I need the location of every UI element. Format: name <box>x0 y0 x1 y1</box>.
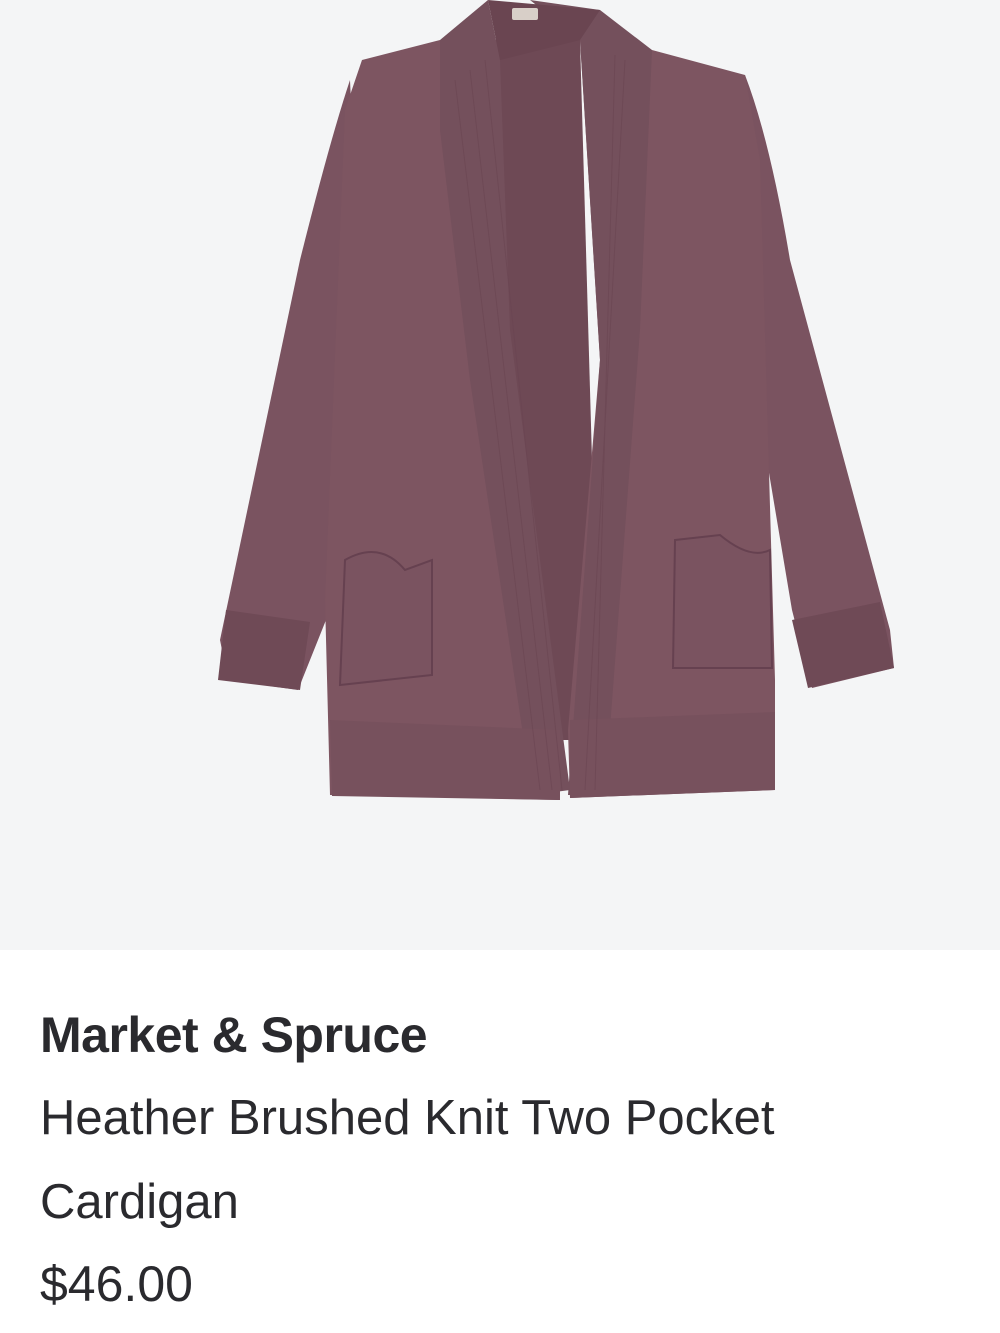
product-info: Market & Spruce Heather Brushed Knit Two… <box>40 1000 960 1320</box>
product-brand[interactable]: Market & Spruce <box>40 1000 960 1070</box>
hem-band-right <box>570 712 775 798</box>
left-pocket <box>338 551 433 687</box>
neck-label <box>512 8 538 20</box>
product-price: $46.00 <box>40 1256 193 1312</box>
right-pocket <box>671 533 774 669</box>
hem-band <box>330 720 560 800</box>
product-image[interactable] <box>0 0 1000 950</box>
left-cuff <box>218 610 310 690</box>
product-card[interactable]: Market & Spruce Heather Brushed Knit Two… <box>0 0 1000 1333</box>
cardigan-illustration <box>218 0 894 800</box>
product-name[interactable]: Heather Brushed Knit Two Pocket Cardigan <box>40 1076 920 1244</box>
